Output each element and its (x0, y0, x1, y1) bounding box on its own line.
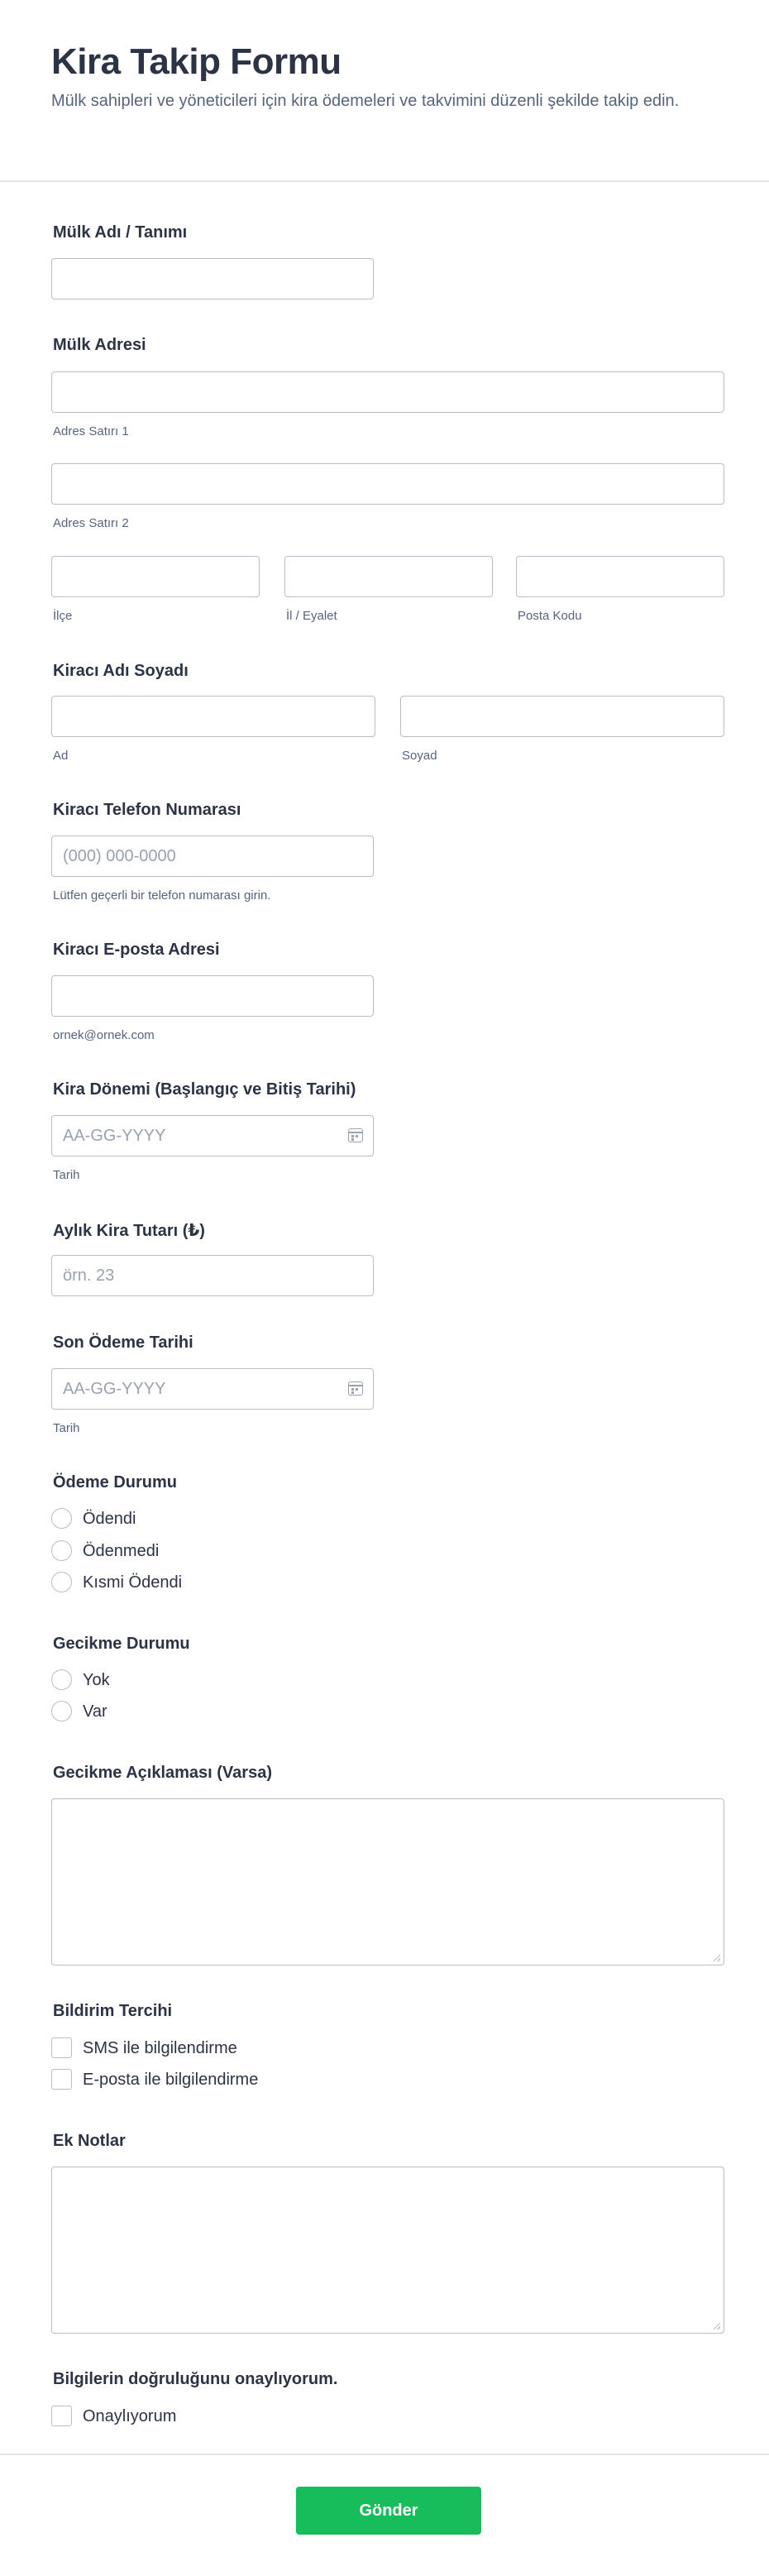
address-line1-sublabel: Adres Satırı 1 (53, 424, 129, 438)
late-none-radio[interactable] (51, 1669, 72, 1690)
address-line2-input[interactable] (51, 463, 724, 505)
late-explanation-label: Gecikme Açıklaması (Varsa) (53, 1764, 272, 1782)
payment-status-label: Ödeme Durumu (53, 1473, 178, 1491)
form-subtitle: Mülk sahipleri ve yöneticileri için kira… (51, 92, 680, 110)
district-sublabel: İlçe (53, 609, 73, 623)
due-date-label: Son Ödeme Tarihi (53, 1333, 193, 1352)
payment-partial-option[interactable]: Kısmi Ödendi (83, 1573, 182, 1592)
resize-handle-icon[interactable] (714, 1955, 720, 1961)
confirm-label: Bilgilerin doğruluğunu onaylıyorum. (53, 2370, 338, 2388)
rent-period-label: Kira Dönemi (Başlangıç ve Bitiş Tarihi) (53, 1080, 356, 1099)
tenant-phone-input[interactable]: (000) 000-0000 (51, 836, 374, 877)
late-yes-option[interactable]: Var (83, 1702, 107, 1721)
rent-period-sublabel: Tarih (53, 1168, 80, 1182)
due-date-sublabel: Tarih (53, 1421, 80, 1435)
late-explanation-textarea[interactable] (51, 1798, 724, 1966)
late-status-label: Gecikme Durumu (53, 1635, 190, 1653)
tenant-first-name-input[interactable] (51, 696, 375, 737)
monthly-rent-input[interactable]: örn. 23 (51, 1255, 374, 1296)
payment-paid-radio[interactable] (51, 1508, 72, 1529)
payment-paid-option[interactable]: Ödendi (83, 1510, 136, 1529)
tenant-last-name-input[interactable] (400, 696, 724, 737)
address-line2-sublabel: Adres Satırı 2 (53, 516, 129, 530)
payment-partial-radio[interactable] (51, 1572, 72, 1592)
sms-option[interactable]: SMS ile bilgilendirme (83, 2039, 237, 2058)
property-address-label: Mülk Adresi (53, 336, 146, 354)
confirm-option[interactable]: Onaylıyorum (83, 2407, 176, 2426)
extra-notes-label: Ek Notlar (53, 2132, 126, 2150)
province-input[interactable] (284, 556, 493, 597)
rent-period-placeholder: AA-GG-YYYY (63, 1127, 166, 1145)
calendar-icon[interactable] (348, 1381, 363, 1396)
tenant-phone-label: Kiracı Telefon Numarası (53, 801, 241, 819)
calendar-icon[interactable] (348, 1128, 363, 1142)
address-line1-input[interactable] (51, 371, 724, 413)
late-none-option[interactable]: Yok (83, 1671, 110, 1690)
monthly-rent-placeholder: örn. 23 (63, 1266, 115, 1285)
late-yes-radio[interactable] (51, 1701, 72, 1721)
tenant-name-label: Kiracı Adı Soyadı (53, 662, 189, 680)
sms-checkbox[interactable] (51, 2037, 72, 2058)
monthly-rent-label: Aylık Kira Tutarı (₺) (53, 1222, 205, 1240)
postal-code-sublabel: Posta Kodu (518, 609, 582, 623)
payment-unpaid-option[interactable]: Ödenmedi (83, 1542, 159, 1561)
payment-unpaid-radio[interactable] (51, 1540, 72, 1561)
last-name-sublabel: Soyad (402, 749, 437, 763)
resize-handle-icon[interactable] (714, 2323, 720, 2329)
submit-button[interactable]: Gönder (296, 2487, 481, 2535)
district-input[interactable] (51, 556, 260, 597)
property-name-label: Mülk Adı / Tanımı (53, 223, 188, 242)
email-sublabel: ornek@ornek.com (53, 1028, 155, 1042)
phone-placeholder: (000) 000-0000 (63, 847, 176, 865)
form-header: Kira Takip Formu Mülk sahipleri ve yönet… (0, 0, 769, 182)
province-sublabel: İl / Eyalet (286, 609, 337, 623)
first-name-sublabel: Ad (53, 749, 69, 763)
footer-divider (0, 2454, 769, 2455)
email-checkbox[interactable] (51, 2069, 72, 2090)
due-date-placeholder: AA-GG-YYYY (63, 1380, 166, 1398)
phone-sublabel: Lütfen geçerli bir telefon numarası giri… (53, 888, 271, 903)
notification-label: Bildirim Tercihi (53, 2002, 173, 2020)
due-date-input[interactable]: AA-GG-YYYY (51, 1368, 374, 1410)
rent-period-date-input[interactable]: AA-GG-YYYY (51, 1115, 374, 1156)
tenant-email-input[interactable] (51, 975, 374, 1017)
property-name-input[interactable] (51, 258, 374, 299)
postal-code-input[interactable] (516, 556, 724, 597)
tenant-email-label: Kiracı E-posta Adresi (53, 941, 220, 959)
email-option[interactable]: E-posta ile bilgilendirme (83, 2071, 258, 2090)
extra-notes-textarea[interactable] (51, 2167, 724, 2334)
form-title: Kira Takip Formu (51, 41, 342, 82)
confirm-checkbox[interactable] (51, 2406, 72, 2426)
